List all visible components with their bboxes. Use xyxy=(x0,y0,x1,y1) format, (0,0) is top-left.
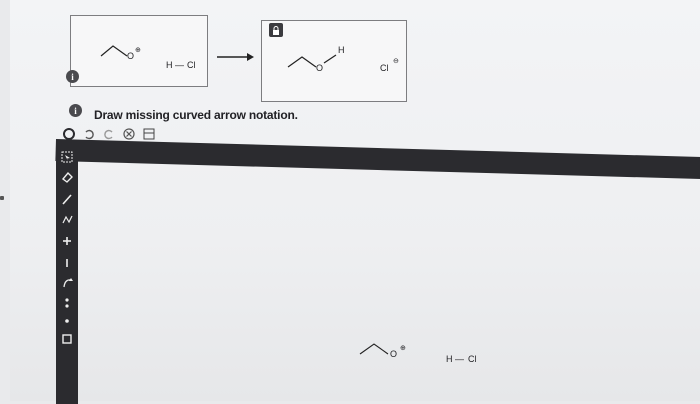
curved-arrow-icon[interactable] xyxy=(60,276,74,290)
redo-icon[interactable] xyxy=(102,127,116,141)
lone-pair-icon[interactable] xyxy=(60,296,74,310)
reactant-hcl-bond: — xyxy=(175,60,184,70)
product-chloride-charge: ⊖ xyxy=(393,58,399,65)
chain-icon[interactable] xyxy=(60,212,74,226)
select-icon[interactable] xyxy=(60,150,74,164)
edge-mark xyxy=(0,196,4,200)
eraser-icon[interactable] xyxy=(60,170,74,184)
radical-icon[interactable] xyxy=(60,314,74,328)
reactant-oxygen-charge: ⊕ xyxy=(135,47,141,54)
reactant-hcl-h: H xyxy=(166,60,173,70)
canvas-oxygen: O xyxy=(390,349,398,359)
product-chloride: Cl xyxy=(380,63,389,73)
minus-charge-icon[interactable] xyxy=(60,256,74,270)
reactant-panel: O ⊕ H — Cl xyxy=(70,15,208,87)
reaction-arrow-icon xyxy=(217,53,254,61)
reactant-oxygen: O xyxy=(127,51,135,61)
product-oxygen: O xyxy=(316,63,324,73)
instruction-text: Draw missing curved arrow notation. xyxy=(94,108,298,122)
canvas-hcl-bond: — xyxy=(455,354,464,364)
box-icon[interactable] xyxy=(60,332,74,346)
instruction-info-icon[interactable]: i xyxy=(69,104,82,117)
canvas-oxygen-charge: ⊕ xyxy=(400,345,406,352)
info-glyph-2: i xyxy=(74,105,77,116)
bond-icon[interactable] xyxy=(60,192,74,206)
lock-icon xyxy=(269,23,283,37)
plus-charge-icon[interactable] xyxy=(60,234,74,248)
drawing-canvas[interactable]: O ⊕ H — Cl xyxy=(78,158,700,401)
product-hydrogen: H xyxy=(338,45,345,55)
product-molecule-lines xyxy=(287,54,337,68)
clear-icon[interactable] xyxy=(122,127,136,141)
canvas-hcl-h: H xyxy=(446,354,453,364)
templates-icon[interactable] xyxy=(142,127,156,141)
info-glyph: i xyxy=(71,71,74,82)
reactant-info-icon[interactable]: i xyxy=(66,70,79,83)
reactant-hcl-cl: Cl xyxy=(187,60,196,70)
canvas-hcl-cl: Cl xyxy=(468,354,477,364)
